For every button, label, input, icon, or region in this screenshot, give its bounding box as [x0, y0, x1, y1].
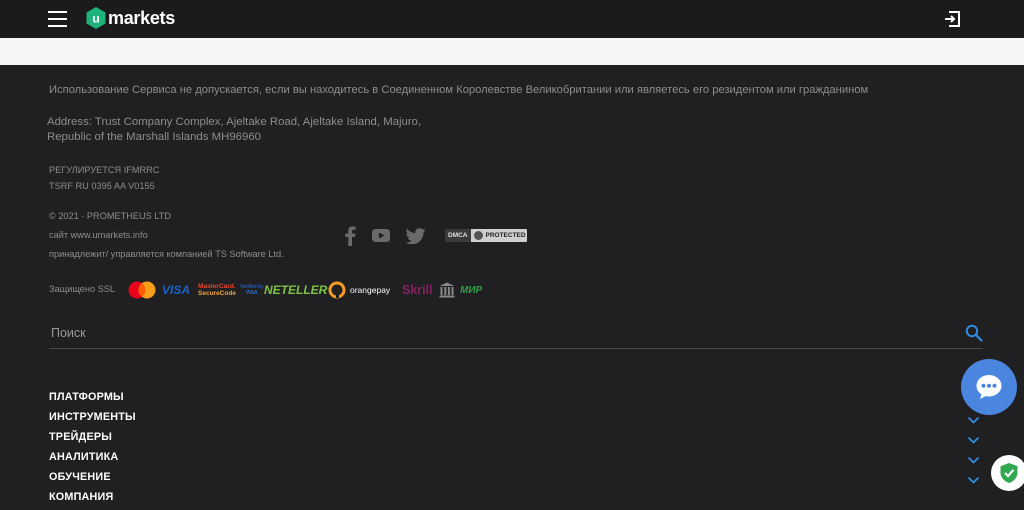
nav-item-label: ИНСТРУМЕНТЫ: [49, 411, 136, 423]
mc-secure-line-2: SecureCode: [198, 290, 236, 297]
footer-nav: ПЛАТФОРМЫ ИНСТРУМЕНТЫ ТРЕЙДЕРЫ АНАЛИТИКА…: [49, 390, 983, 510]
ssl-label: Защищено SSL: [49, 284, 116, 294]
neteller-logo: NETELLER: [264, 283, 328, 297]
regulation-info: РЕГУЛИРУЕТСЯ IFMRRC TSRF RU 0395 AA V015…: [49, 162, 159, 194]
mastercard-icon: [128, 280, 158, 300]
logo-letter: u: [92, 12, 99, 26]
company-info: © 2021 · PROMETHEUS LTD сайт www.umarket…: [49, 207, 284, 264]
address-line-1: Address: Trust Company Complex, Ajeltake…: [47, 116, 422, 128]
nav-item-label: КОМПАНИЯ: [49, 491, 114, 503]
tsrf-number: TSRF RU 0395 AA V0155: [49, 181, 155, 191]
nav-item-analytics[interactable]: АНАЛИТИКА: [49, 450, 983, 470]
vbv-line-2: VISA: [245, 290, 258, 296]
skrill-logo: Skrill: [402, 283, 433, 297]
shield-check-icon: [1000, 463, 1018, 483]
nav-item-traders[interactable]: ТРЕЙДЕРЫ: [49, 430, 983, 450]
chevron-down-icon: [967, 476, 980, 484]
facebook-icon[interactable]: [344, 226, 356, 251]
search-icon[interactable]: [965, 324, 983, 342]
company-address: Address: Trust Company Complex, Ajeltake…: [47, 115, 467, 145]
site-link[interactable]: сайт www.umarkets.info: [49, 226, 284, 245]
chevron-down-icon: [967, 436, 980, 444]
logo-hexagon-icon: u: [86, 7, 106, 29]
content-strip: [0, 38, 1024, 65]
nav-item-instruments[interactable]: ИНСТРУМЕНТЫ: [49, 410, 983, 430]
address-line-2: Republic of the Marshall Islands MH96960: [47, 131, 262, 143]
search-bar: [49, 316, 983, 349]
regulated-by: РЕГУЛИРУЕТСЯ IFMRRC: [49, 165, 160, 175]
nav-item-label: АНАЛИТИКА: [49, 451, 119, 463]
security-shield-button[interactable]: [991, 455, 1024, 491]
search-input[interactable]: [49, 322, 953, 344]
youtube-icon[interactable]: [372, 229, 390, 247]
visa-logo: VISA: [162, 283, 191, 297]
copyright: © 2021 · PROMETHEUS LTD: [49, 211, 171, 221]
nav-item-company[interactable]: КОМПАНИЯ: [49, 490, 983, 510]
dmca-protected-label: PROTECTED: [485, 232, 526, 239]
logo-text: markets: [108, 7, 175, 28]
dmca-shield-icon: [473, 231, 483, 240]
owner-info: принадлежит/ управляется компанией TS So…: [49, 249, 284, 259]
chevron-down-icon: [967, 416, 980, 424]
twitter-icon[interactable]: [405, 228, 426, 249]
chevron-down-icon: [967, 456, 980, 464]
mir-logo: МИР: [460, 284, 483, 296]
dmca-label: DMCA: [445, 229, 471, 242]
umarkets-logo[interactable]: u markets: [86, 6, 175, 30]
mastercard-securecode-logo: MasterCard. SecureCode: [198, 280, 236, 300]
orangepay-logo: orangepay: [350, 285, 391, 295]
dmca-badge[interactable]: DMCA PROTECTED: [445, 229, 527, 242]
nav-item-education[interactable]: ОБУЧЕНИЕ: [49, 470, 983, 490]
residency-notice: Использование Сервиса не допускается, ес…: [49, 84, 869, 96]
hamburger-menu-icon[interactable]: [48, 11, 67, 27]
chat-button[interactable]: [961, 359, 1017, 415]
nav-item-label: ТРЕЙДЕРЫ: [49, 431, 113, 443]
nav-item-platforms[interactable]: ПЛАТФОРМЫ: [49, 390, 983, 410]
nav-item-label: ОБУЧЕНИЕ: [49, 471, 111, 483]
nav-item-label: ПЛАТФОРМЫ: [49, 391, 124, 403]
login-icon[interactable]: [943, 9, 963, 29]
top-bar: u markets: [0, 0, 1024, 38]
mc-secure-line-1: MasterCard.: [198, 283, 236, 290]
verified-by-visa-logo: Verified by VISA: [240, 280, 263, 300]
chat-bubble-icon: [976, 375, 1002, 399]
orangepay-icon: [328, 280, 346, 300]
bank-icon: [439, 280, 455, 300]
